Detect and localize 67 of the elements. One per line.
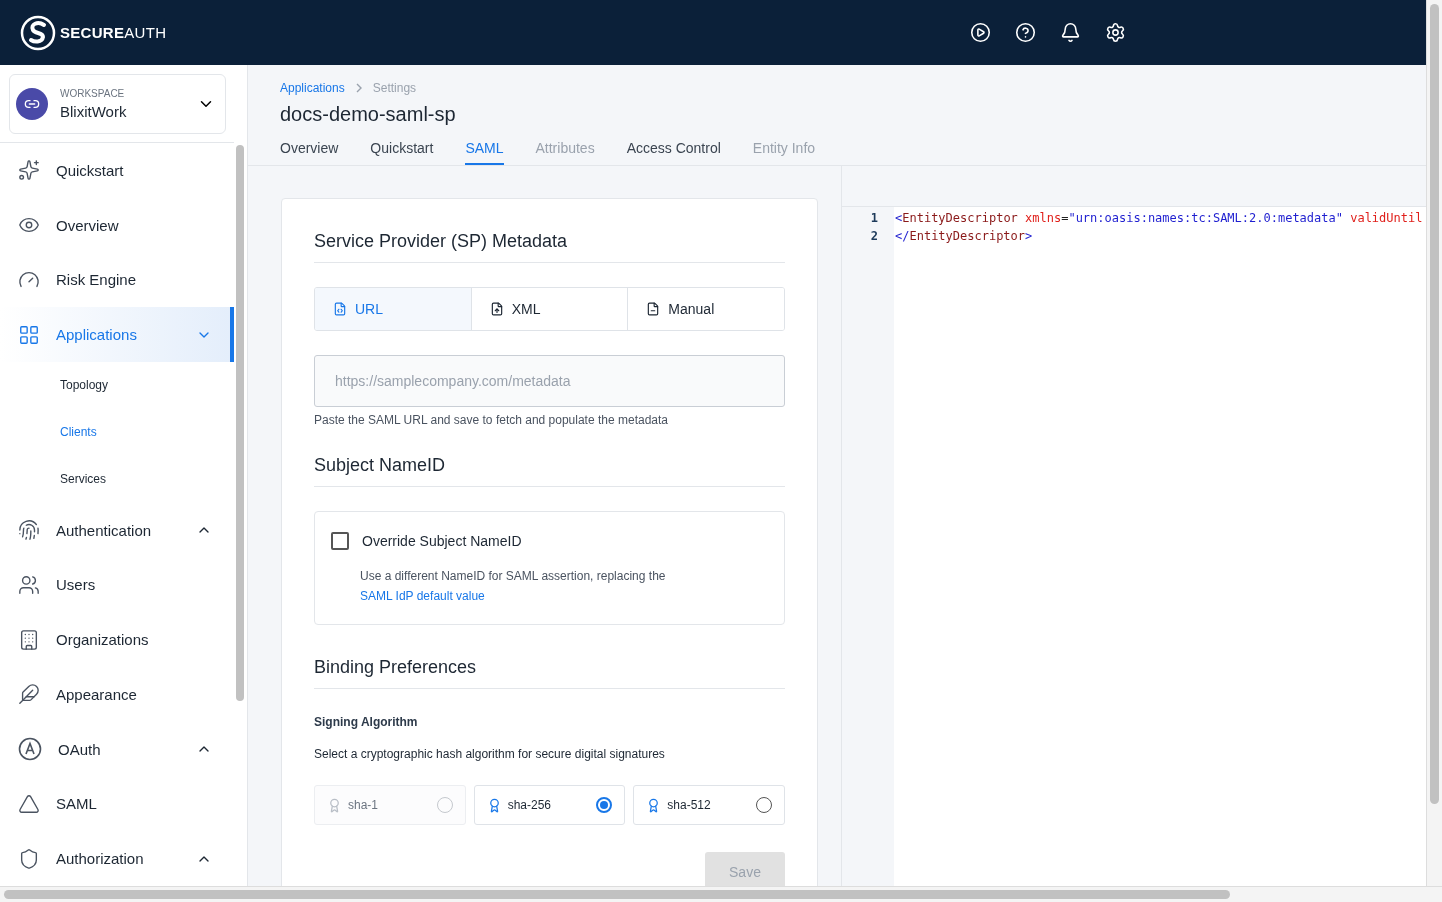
link-icon (16, 88, 48, 120)
scrollbar-thumb[interactable] (1430, 4, 1439, 804)
default-value-link[interactable]: SAML IdP default value (360, 589, 485, 603)
sidebar-item[interactable]: Overview (0, 197, 234, 253)
sparkles-icon (18, 159, 40, 182)
workspace-selector[interactable]: WORKSPACE BlixitWork (9, 74, 226, 134)
shield-icon (18, 847, 40, 870)
feather-icon (18, 683, 40, 706)
checkbox-label: Override Subject NameID (362, 533, 522, 549)
tab[interactable]: Access Control (626, 140, 721, 165)
chevron-right-icon (354, 83, 363, 93)
logo-text: SECUREAUTH (60, 24, 167, 41)
section-heading: Binding Preferences (314, 657, 785, 689)
workspace-name: BlixitWork (60, 103, 128, 120)
radio-button[interactable] (596, 797, 613, 813)
sidebar-item[interactable]: Risk Engine (0, 252, 234, 308)
file-icon (646, 302, 661, 316)
section-heading: Subject NameID (314, 455, 785, 487)
letter-a-circle-icon (18, 737, 42, 762)
file-code-icon (333, 302, 347, 316)
algorithm-option[interactable]: sha-256 (473, 785, 626, 825)
helper-text: Paste the SAML URL and save to fetch and populate the metadata (314, 413, 669, 427)
grid-icon (18, 323, 40, 346)
field-label: Signing Algorithm (314, 715, 419, 729)
triangle-icon (18, 792, 40, 815)
description-text: Select a cryptographic hash algorithm for secure digital signatures (314, 747, 666, 761)
tab[interactable]: SAML (465, 140, 504, 165)
source-option[interactable]: Manual (627, 288, 784, 330)
sidebar-item[interactable]: OAuth (0, 721, 234, 777)
sidebar-subitem[interactable]: Services (0, 455, 234, 503)
logo-icon (20, 14, 56, 51)
sidebar-item[interactable]: Organizations (0, 612, 234, 667)
code-line: </EntityDescriptor> (895, 229, 1034, 245)
fingerprint-icon (18, 519, 40, 542)
scrollbar-thumb[interactable] (4, 890, 1230, 899)
play-icon[interactable] (970, 22, 991, 43)
workspace-label: WORKSPACE (60, 88, 126, 99)
sidebar-item[interactable]: Authentication (0, 502, 234, 558)
page-title: docs-demo-saml-sp (280, 103, 457, 126)
breadcrumb-link[interactable]: Applications (280, 81, 345, 95)
bell-icon[interactable] (1060, 22, 1081, 43)
url-input[interactable]: https://samplecompany.com/metadata (314, 355, 785, 407)
tab[interactable]: Overview (280, 140, 339, 165)
line-number: 1 (869, 211, 879, 227)
sidebar-item[interactable]: Users (0, 557, 234, 613)
source-option[interactable]: URL (315, 288, 471, 330)
file-upload-icon (489, 302, 504, 316)
tab[interactable]: Quickstart (370, 140, 434, 165)
code-line: <EntityDescriptor xmlns="urn:oasis:names:tc:SAML:2.0:metadata" validUntil (895, 211, 1423, 227)
building-icon (18, 628, 40, 651)
breadcrumb-current: Settings (372, 81, 417, 95)
award-icon (327, 797, 342, 813)
users-icon (18, 573, 40, 596)
help-icon[interactable] (1015, 22, 1036, 43)
sidebar-item[interactable]: Quickstart (0, 143, 234, 198)
sidebar-subitem[interactable]: Clients (0, 408, 234, 456)
section-heading: Service Provider (SP) Metadata (314, 231, 785, 263)
settings-icon[interactable] (1105, 22, 1126, 43)
checkbox[interactable] (331, 532, 349, 550)
line-number: 2 (869, 229, 879, 245)
scrollbar-thumb[interactable] (236, 145, 244, 701)
sidebar-item[interactable]: Appearance (0, 667, 234, 722)
sidebar-subitem[interactable]: Topology (0, 362, 234, 409)
sidebar-item[interactable]: SAML (0, 776, 234, 832)
sidebar-item[interactable]: Authorization (0, 831, 234, 886)
description-text: Use a different NameID for SAML assertion, replacing the SAML IdP default value (360, 568, 667, 605)
algorithm-option[interactable]: sha-512 (633, 785, 785, 825)
